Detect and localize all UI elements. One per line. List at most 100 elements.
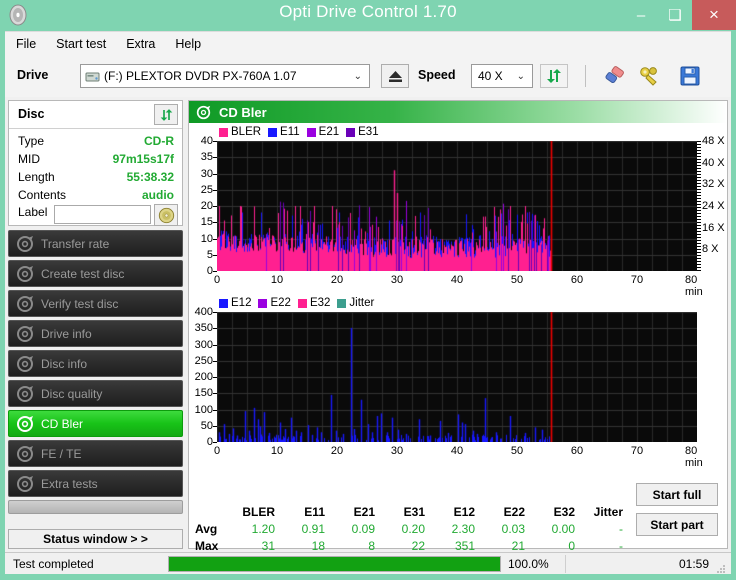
- sidebar-item-create-test-disc[interactable]: Create test disc: [8, 260, 183, 287]
- minimize-button[interactable]: –: [624, 0, 658, 30]
- x-axis-tick: 30: [391, 274, 403, 286]
- legend-label: Jitter: [349, 297, 374, 309]
- save-icon: [679, 66, 701, 86]
- legend-label: E12: [231, 297, 251, 309]
- legend-item-jitter: Jitter: [337, 297, 374, 309]
- x-axis-tick: 80 min: [685, 274, 715, 298]
- stats-col-e22: E22: [480, 505, 525, 519]
- close-button[interactable]: ×: [692, 0, 736, 30]
- maximize-button[interactable]: ❑: [658, 0, 692, 30]
- disc-refresh-button[interactable]: [154, 104, 178, 125]
- disc-test-icon: [16, 325, 34, 343]
- sidebar-item-transfer-rate[interactable]: Transfer rate: [8, 230, 183, 257]
- x-axis-tick: 60: [571, 445, 583, 457]
- y-axis-tick: 20: [189, 200, 213, 212]
- disc-test-icon: [196, 105, 211, 120]
- bler-chart-plot[interactable]: [217, 141, 697, 271]
- disc-value-mid: 97m15s17f: [113, 152, 174, 166]
- right-axis-tick: 40 X: [702, 157, 725, 169]
- refresh-button[interactable]: [540, 64, 568, 88]
- status-bar: Test completed 100.0% 01:59: [5, 552, 731, 574]
- disc-label-input[interactable]: [54, 205, 151, 224]
- y-axis-tick: 0: [189, 265, 213, 277]
- eject-button[interactable]: [381, 64, 409, 88]
- disc-label-button[interactable]: [154, 204, 178, 226]
- erase-button[interactable]: [601, 64, 629, 88]
- disc-test-icon: [16, 295, 34, 313]
- eraser-icon: [603, 66, 627, 86]
- cd-disc-icon: [158, 207, 175, 224]
- e12-chart-plot[interactable]: [217, 312, 697, 442]
- legend-swatch: [337, 299, 346, 308]
- sidebar-label: Disc info: [41, 357, 87, 371]
- menu-item-help[interactable]: Help: [166, 34, 210, 54]
- sidebar-item-verify-test-disc[interactable]: Verify test disc: [8, 290, 183, 317]
- stats-value: 31: [225, 539, 275, 553]
- sidebar-item-extra-tests[interactable]: Extra tests: [8, 470, 183, 497]
- x-axis-tick: 10: [271, 445, 283, 457]
- sidebar-item-cd-bler[interactable]: CD Bler: [8, 410, 183, 437]
- disc-key-mid: MID: [18, 152, 40, 166]
- stats-row-label: Avg: [195, 522, 217, 536]
- tools-button[interactable]: [635, 64, 663, 88]
- stats-row-avg: Avg 1.20 0.91 0.09 0.20 2.30 0.03 0.00 -: [195, 522, 625, 539]
- disc-test-icon: [16, 235, 34, 253]
- sidebar-label: Verify test disc: [41, 297, 118, 311]
- legend-item-e12: E12: [219, 297, 251, 309]
- menu-item-extra[interactable]: Extra: [117, 34, 164, 54]
- disc-test-icon: [16, 445, 34, 463]
- stats-col-e21: E21: [330, 505, 375, 519]
- y-axis-tickmark: [213, 271, 217, 272]
- disc-test-icon: [16, 385, 34, 403]
- sidebar-item-drive-info[interactable]: Drive info: [8, 320, 183, 347]
- y-axis-tick: 100: [189, 404, 213, 416]
- stats-col-e32: E32: [530, 505, 575, 519]
- stats-col-e11: E11: [280, 505, 325, 519]
- save-button[interactable]: [676, 64, 704, 88]
- toolbar: Drive (F:) PLEXTOR DVDR PX-760A 1.07 ⌄ S…: [5, 55, 731, 98]
- stats-value: 1.20: [225, 522, 275, 536]
- menu-item-file[interactable]: File: [7, 34, 45, 54]
- disc-info-panel: Disc Type CD-R MID 97m15s17f: [8, 100, 183, 226]
- y-axis-tick: 25: [189, 184, 213, 196]
- chart-panel-header: CD Bler: [189, 101, 727, 123]
- chart-panel: CD Bler BLER E11 E21 E31: [188, 100, 728, 549]
- sidebar-item-disc-quality[interactable]: Disc quality: [8, 380, 183, 407]
- right-axis-tick: 48 X: [702, 135, 725, 147]
- sidebar-label: Create test disc: [41, 267, 124, 281]
- x-axis-tick: 20: [331, 274, 343, 286]
- legend-swatch: [219, 299, 228, 308]
- speed-select-value: 40 X: [478, 69, 503, 83]
- resize-grip[interactable]: [716, 561, 726, 571]
- sidebar-item-fe-te[interactable]: FE / TE: [8, 440, 183, 467]
- disc-value-length: 55:38.32: [127, 170, 174, 184]
- legend-swatch: [219, 128, 228, 137]
- legend-top-chart: BLER E11 E21 E31: [219, 126, 386, 138]
- disc-value-type: CD-R: [144, 134, 174, 148]
- y-axis-tick: 15: [189, 216, 213, 228]
- x-axis-tick: 0: [214, 445, 220, 457]
- stats-value: 8: [330, 539, 375, 553]
- y-axis-tick: 5: [189, 249, 213, 261]
- stats-value: -: [578, 522, 623, 536]
- drive-select[interactable]: (F:) PLEXTOR DVDR PX-760A 1.07 ⌄: [80, 64, 370, 88]
- speed-select[interactable]: 40 X ⌄: [471, 64, 533, 88]
- legend-item-e32: E32: [298, 297, 330, 309]
- right-axis-tick: 8 X: [702, 243, 719, 255]
- legend-label: E21: [319, 126, 339, 138]
- stats-value: 21: [480, 539, 525, 553]
- chevron-down-icon: ⌄: [517, 71, 525, 82]
- stats-col-e12: E12: [430, 505, 475, 519]
- start-full-button[interactable]: Start full: [636, 483, 718, 506]
- progress-bar: [168, 556, 501, 572]
- status-window-button[interactable]: Status window > >: [8, 529, 183, 549]
- menu-item-start-test[interactable]: Start test: [47, 34, 115, 54]
- refresh-icon: [159, 108, 174, 122]
- right-axis-tick: 24 X: [702, 200, 725, 212]
- sidebar-item-disc-info[interactable]: Disc info: [8, 350, 183, 377]
- start-part-button[interactable]: Start part: [636, 513, 718, 536]
- stats-value: -: [578, 539, 623, 553]
- legend-swatch: [346, 128, 355, 137]
- disc-key-label: Label: [18, 205, 47, 219]
- y-axis-tick: 40: [189, 135, 213, 147]
